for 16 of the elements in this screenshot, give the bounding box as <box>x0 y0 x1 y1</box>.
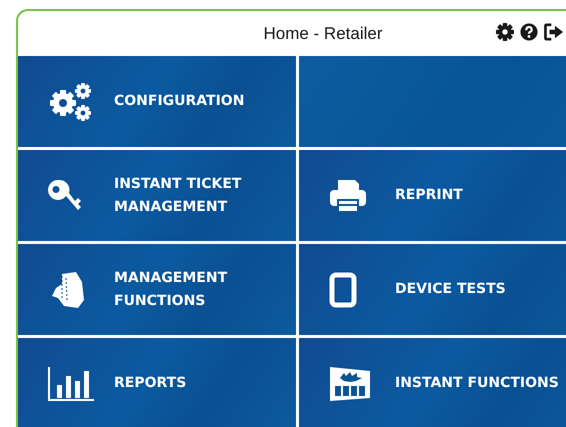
printer-icon <box>329 178 367 214</box>
logout-icon[interactable] <box>544 23 564 41</box>
menu-tile[interactable]: DEVICE TESTS <box>299 244 566 335</box>
menu-tile[interactable]: REPRINT <box>299 150 566 241</box>
menu-tile[interactable]: CONFIGURATION <box>18 56 296 147</box>
menu-tile[interactable]: INSTANT FUNCTIONS <box>299 338 566 427</box>
ticket-icon <box>329 366 371 402</box>
device-icon <box>329 272 357 308</box>
gears-icon <box>48 82 92 122</box>
settings-icon[interactable] <box>496 23 514 41</box>
bar-chart-icon <box>48 366 94 400</box>
menu-tile[interactable]: MANAGEMENT FUNCTIONS <box>18 244 296 335</box>
menu-tile[interactable]: REPORTS <box>18 338 296 427</box>
menu-tile[interactable]: INSTANT TICKET MANAGEMENT <box>18 150 296 241</box>
help-icon[interactable] <box>520 23 538 41</box>
page-title: Home - Retailer <box>263 24 383 44</box>
